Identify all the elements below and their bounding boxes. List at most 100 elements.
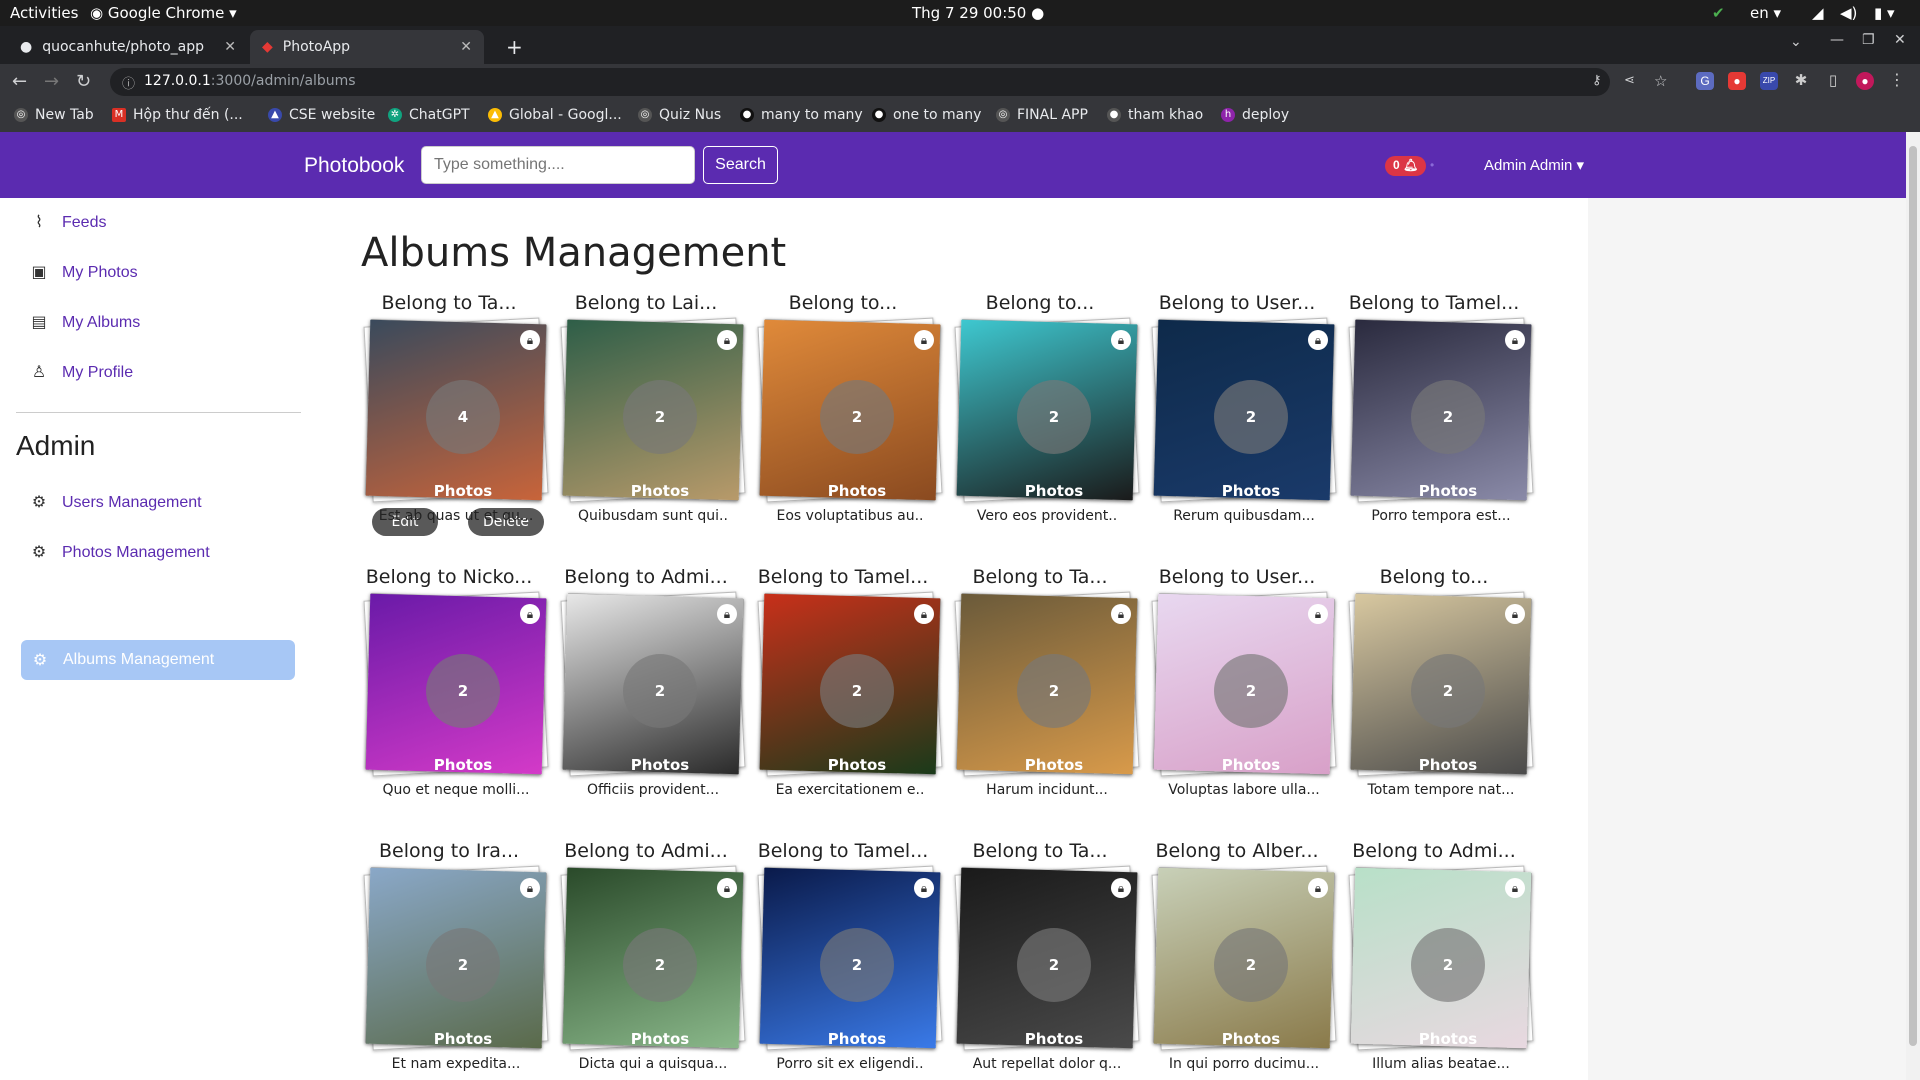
album-card[interactable]: Belong to Ta... 2 Photos 🔒︎ Aut repellat do… xyxy=(945,840,1140,1072)
album-card[interactable]: Belong to Lai... 2 Photos 🔒︎ Quibusdam sunt… xyxy=(551,292,746,524)
album-stack[interactable]: 2 Photos 🔒︎ xyxy=(1151,865,1337,1051)
album-stack[interactable]: 2 Photos 🔒︎ xyxy=(560,865,746,1051)
battery-icon[interactable]: ▮ ▾ xyxy=(1874,4,1895,22)
album-card[interactable]: Belong to Tamel... 2 Photos 🔒︎ Porro tempor… xyxy=(1339,292,1534,524)
tab-github[interactable]: ● quocanhute/photo_app ✕ xyxy=(8,30,248,64)
sidebar-item-feeds[interactable]: ⌇ Feeds xyxy=(30,214,106,232)
album-stack[interactable]: 2 Photos 🔒︎ xyxy=(363,865,549,1051)
scrollbar-thumb[interactable] xyxy=(1909,146,1917,1046)
forward-icon[interactable]: → xyxy=(44,71,59,92)
activities-button[interactable]: Activities xyxy=(10,4,78,22)
bookmark-quiz-nus[interactable]: ◎ Quiz Nus xyxy=(638,107,721,123)
zip-extension-icon[interactable]: ZIP xyxy=(1760,72,1778,90)
bookmark-new-tab[interactable]: ◎ New Tab xyxy=(14,107,94,123)
album-stack[interactable]: 2 Photos 🔒︎ xyxy=(757,865,943,1051)
key-icon[interactable]: ⚷ xyxy=(1592,73,1602,88)
tab-search-icon[interactable]: ⌄ xyxy=(1790,34,1802,50)
sidebar-item-label: My Profile xyxy=(62,364,134,381)
album-card[interactable]: Belong to Ta... 2 Photos 🔒︎ Harum incidunt.… xyxy=(945,566,1140,798)
extensions-puzzle-icon[interactable]: ✱ xyxy=(1792,72,1810,90)
album-stack[interactable]: 2 Photos 🔒︎ xyxy=(363,591,549,777)
album-stack[interactable]: 2 Photos 🔒︎ xyxy=(560,317,746,503)
album-owner: Belong to Tamel... xyxy=(757,840,929,862)
extension-icon[interactable]: ● xyxy=(1728,72,1746,90)
back-icon[interactable]: ← xyxy=(12,71,27,92)
sidebar-item-users-management[interactable]: ⚙ Users Management xyxy=(30,494,202,512)
app-menu[interactable]: ◉ Google Chrome ▾ xyxy=(90,4,237,22)
album-stack[interactable]: 2 Photos 🔒︎ xyxy=(560,591,746,777)
bookmark-label: Hộp thư đến (... xyxy=(133,107,243,123)
minimize-icon[interactable]: — xyxy=(1830,32,1844,48)
bookmark-global[interactable]: ▲ Global - Googl... xyxy=(488,107,622,123)
url-bar[interactable]: ⓘ 127.0.0.1:3000/admin/albums xyxy=(110,68,1610,96)
menu-kebab-icon[interactable]: ⋮ xyxy=(1888,72,1906,90)
brand-logo[interactable]: Photobook xyxy=(304,154,404,178)
search-input[interactable] xyxy=(421,146,695,184)
notification-badge[interactable]: 0 🔔︎ xyxy=(1385,156,1427,176)
url-host: 127.0.0.1 xyxy=(144,73,211,89)
sidebar-item-my-albums[interactable]: ▤ My Albums xyxy=(30,314,140,332)
album-stack[interactable]: 2 Photos 🔒︎ xyxy=(1151,591,1337,777)
album-stack[interactable]: 2 Photos 🔒︎ xyxy=(757,591,943,777)
site-info-icon[interactable]: ⓘ xyxy=(122,73,135,92)
album-card[interactable]: Belong to Admi... 2 Photos 🔒︎ Officiis prov… xyxy=(551,566,746,798)
album-stack[interactable]: 2 Photos 🔒︎ xyxy=(1348,591,1534,777)
album-card[interactable]: Belong to Ta... 4 Photos 🔒︎ Edit Delete Est a… xyxy=(354,292,549,536)
bookmark-one-to-many[interactable]: ● one to many xyxy=(872,107,981,123)
close-tab-icon[interactable]: ✕ xyxy=(460,39,472,55)
album-stack[interactable]: 2 Photos 🔒︎ xyxy=(1348,865,1534,1051)
album-card[interactable]: Belong to Alber... 2 Photos 🔒︎ In qui porro… xyxy=(1142,840,1337,1072)
status-check-icon[interactable]: ✔ xyxy=(1712,4,1725,22)
lock-icon: 🔒︎ xyxy=(914,604,934,624)
sidebar-item-my-photos[interactable]: ▣ My Photos xyxy=(30,264,137,282)
close-window-icon[interactable]: ✕ xyxy=(1894,32,1906,48)
album-card[interactable]: Belong to Tamel... 2 Photos 🔒︎ Ea exercitat… xyxy=(748,566,943,798)
bookmark-gmail[interactable]: M Hộp thư đến (... xyxy=(112,107,243,123)
photo-count: 2 Photos xyxy=(623,380,697,500)
bookmark-tham-khao[interactable]: ● tham khao xyxy=(1107,107,1203,123)
reload-icon[interactable]: ↻ xyxy=(76,71,91,92)
album-stack[interactable]: 2 Photos 🔒︎ xyxy=(1151,317,1337,503)
album-card[interactable]: Belong to Ira... 2 Photos 🔒︎ Et nam expedit… xyxy=(354,840,549,1072)
translate-extension-icon[interactable]: G xyxy=(1696,72,1714,90)
profile-avatar-icon[interactable]: ● xyxy=(1856,72,1874,90)
album-card[interactable]: Belong to... 2 Photos 🔒︎ Vero eos provident… xyxy=(945,292,1140,524)
album-card[interactable]: Belong to... 2 Photos 🔒︎ Totam tempore nat.… xyxy=(1339,566,1534,798)
bookmark-many-to-many[interactable]: ● many to many xyxy=(740,107,863,123)
album-card[interactable]: Belong to Admi... 2 Photos 🔒︎ Illum alias b… xyxy=(1339,840,1534,1072)
album-stack[interactable]: 2 Photos 🔒︎ xyxy=(954,591,1140,777)
bookmark-final-app[interactable]: ◎ FINAL APP xyxy=(996,107,1088,123)
search-button[interactable]: Search xyxy=(703,146,778,184)
tab-photoapp[interactable]: ◆ PhotoApp ✕ xyxy=(250,30,484,64)
album-card[interactable]: Belong to... 2 Photos 🔒︎ Eos voluptatibus a… xyxy=(748,292,943,524)
wifi-icon[interactable]: ◢ xyxy=(1812,4,1824,22)
album-stack[interactable]: 2 Photos 🔒︎ xyxy=(954,317,1140,503)
user-icon: ♙ xyxy=(31,364,47,381)
album-stack[interactable]: 2 Photos 🔒︎ xyxy=(757,317,943,503)
bookmark-cse[interactable]: ▲ CSE website xyxy=(268,107,375,123)
sidebar-item-my-profile[interactable]: ♙ My Profile xyxy=(30,364,133,382)
volume-icon[interactable]: ◀) xyxy=(1840,4,1857,22)
album-card[interactable]: Belong to Admi... 2 Photos 🔒︎ Dicta qui a q… xyxy=(551,840,746,1072)
new-tab-button[interactable]: + xyxy=(494,30,535,64)
album-card[interactable]: Belong to User... 2 Photos 🔒︎ Rerum quibusd… xyxy=(1142,292,1337,524)
share-icon[interactable]: ⋖ xyxy=(1624,73,1635,88)
user-dropdown[interactable]: Admin Admin ▾ xyxy=(1484,156,1584,174)
album-card[interactable]: Belong to Nicko... 2 Photos 🔒︎ Quo et neque… xyxy=(354,566,549,798)
album-stack[interactable]: 2 Photos 🔒︎ xyxy=(954,865,1140,1051)
album-stack[interactable]: 4 Photos 🔒︎ Edit Delete xyxy=(363,317,549,536)
language-indicator[interactable]: en ▾ xyxy=(1750,4,1781,22)
album-owner: Belong to Tamel... xyxy=(757,566,929,588)
sidebar-item-photos-management[interactable]: ⚙ Photos Management xyxy=(30,544,210,562)
clock[interactable]: Thg 7 29 00:50 ● xyxy=(912,4,1044,22)
album-stack[interactable]: 2 Photos 🔒︎ xyxy=(1348,317,1534,503)
star-icon[interactable]: ☆ xyxy=(1654,72,1667,90)
close-tab-icon[interactable]: ✕ xyxy=(224,39,236,55)
sidebar-item-albums-management[interactable]: ⚙ Albums Management xyxy=(21,640,295,680)
bookmark-deploy[interactable]: h deploy xyxy=(1221,107,1289,123)
maximize-icon[interactable]: ❐ xyxy=(1862,32,1875,48)
bookmark-chatgpt[interactable]: ✲ ChatGPT xyxy=(388,107,470,123)
side-panel-icon[interactable]: ▯ xyxy=(1824,72,1842,90)
album-card[interactable]: Belong to User... 2 Photos 🔒︎ Voluptas labo… xyxy=(1142,566,1337,798)
album-card[interactable]: Belong to Tamel... 2 Photos 🔒︎ Porro sit ex… xyxy=(748,840,943,1072)
